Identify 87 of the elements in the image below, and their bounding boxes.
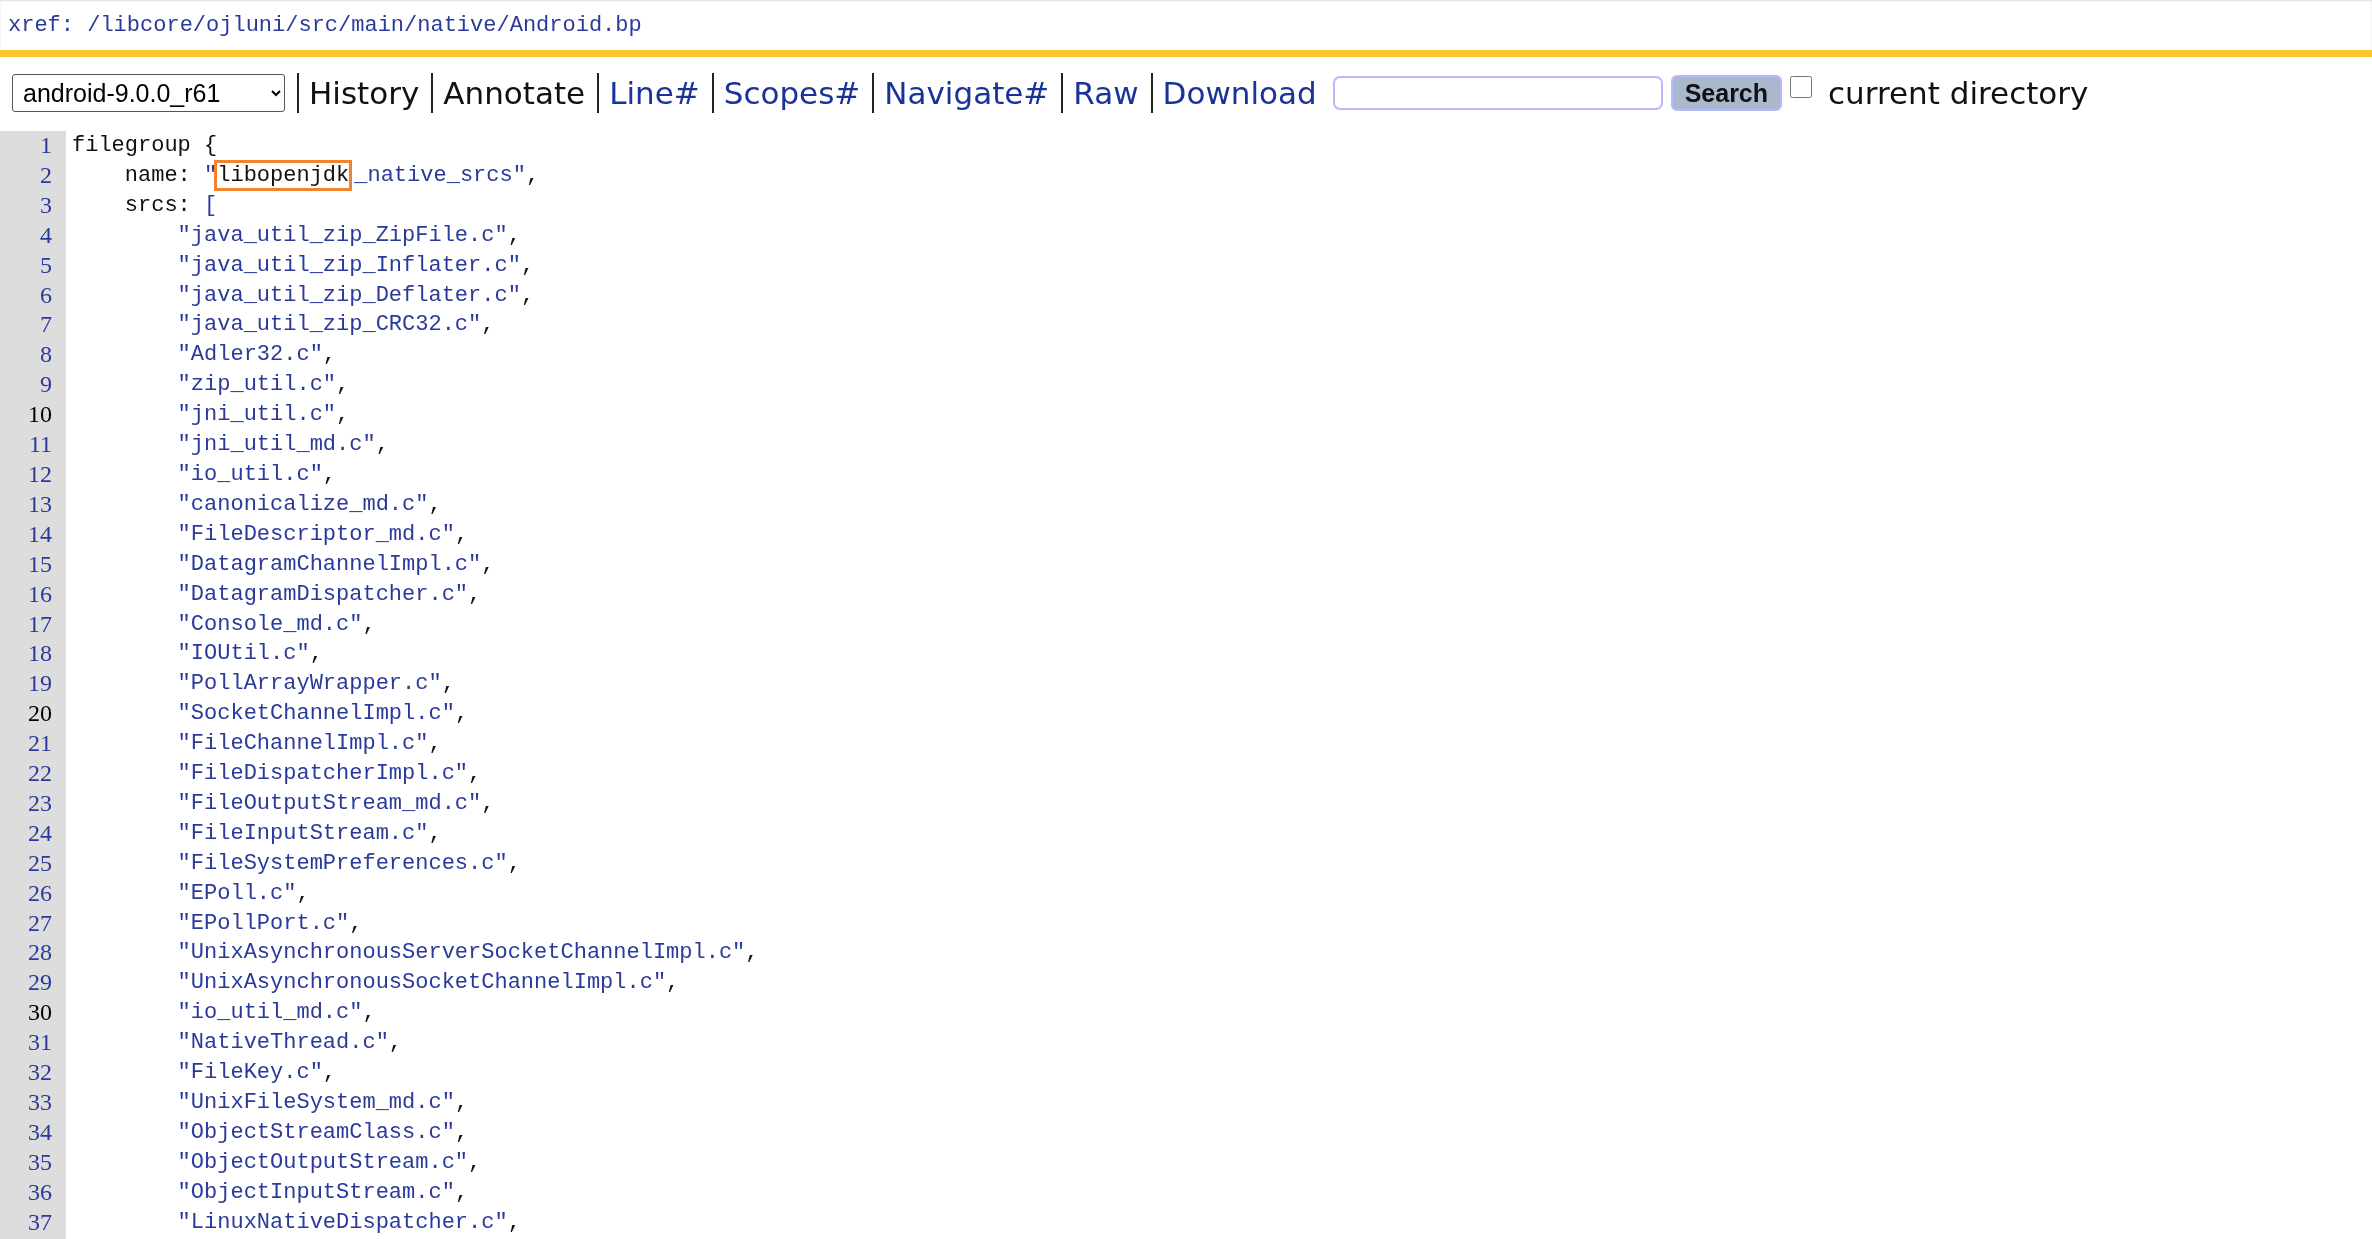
code-line: "io_util.c", [176,460,338,489]
line-number: 33 [27,1088,52,1117]
search-button[interactable]: Search [1670,75,1783,111]
code-line: "ObjectInputStream.c", [176,1178,470,1207]
line-number: 28 [27,938,52,968]
line-number: 36 [27,1177,52,1207]
line-number: 2 [39,160,52,190]
line-number: 10 [27,400,52,430]
code-line: "FileOutputStream_md.c", [176,789,496,818]
line-number: 8 [39,340,52,370]
line-number: 32 [27,1058,52,1088]
code-line: "Adler32.c", [176,341,338,370]
file-path: xref: /libcore/ojluni/src/main/native/Android.bp [8,12,642,38]
line-number: 19 [27,669,52,699]
code-line: "ObjectOutputStream.c", [176,1148,483,1177]
line-number: 26 [27,878,52,908]
code-line: "UnixAsynchronousSocketChannelImpl.c", [176,969,681,998]
line-number: 35 [27,1147,52,1177]
line-number: 30 [27,998,52,1028]
line-number: 22 [27,759,52,789]
line-number: 12 [27,459,52,489]
toolbar-item[interactable]: Annotate [431,73,598,113]
line-number: 23 [27,788,52,818]
code-line: "jni_util.c", [176,401,351,430]
checkbox-label: current directory [1828,75,2089,111]
code-line: "java_util_zip_ZipFile.c", [176,221,522,250]
line-number: 9 [39,370,52,400]
code-line: "NativeThread.c", [176,1029,404,1058]
code-line: "PollArrayWrapper.c", [176,670,456,699]
line-number: 34 [27,1117,52,1147]
line-number: 21 [27,729,52,759]
line-number: 25 [27,848,52,878]
code-line: "UnixAsynchronousServerSocketChannelImpl.c", [176,939,759,968]
toolbar-link[interactable]: Download [1150,73,1329,113]
code-line: "java_util_zip_Deflater.c", [176,281,536,310]
line-number: 13 [27,489,52,519]
code-line: "UnixFileSystem_md.c", [176,1089,470,1117]
line-number: 4 [39,220,52,250]
code-line: "ObjectStreamClass.c", [176,1118,470,1147]
code-line: "LinuxNativeDispatcher.c", [176,1208,522,1237]
toolbar-item[interactable]: History [297,73,432,113]
code-line: "jni_util_md.c", [176,431,390,460]
toolbar-link[interactable]: Scopes# [711,73,873,113]
code-line: "EPollPort.c", [176,909,364,938]
code-line: "canonicalize_md.c", [176,490,443,519]
line-number: 7 [39,310,52,340]
code-line: "io_util_md.c", [176,999,377,1028]
code-line: "FileKey.c", [176,1059,338,1088]
line-number: 5 [39,250,52,280]
line-number: 6 [39,280,52,310]
code-line: "DatagramChannelImpl.c", [176,550,496,579]
line-number: 16 [27,579,52,609]
toolbar-link[interactable]: Line# [597,73,712,113]
line-number: 1 [39,131,52,160]
code-line: "FileSystemPreferences.c", [176,849,522,878]
code-line: "zip_util.c", [176,371,351,400]
code-line: "java_util_zip_CRC32.c", [176,311,496,340]
line-number: 27 [27,908,52,938]
code-line: "EPoll.c", [176,879,311,908]
search-field[interactable] [1332,76,1663,110]
line-number: 15 [27,549,52,579]
code-line: "FileInputStream.c", [176,819,443,848]
line-number: 3 [39,190,52,220]
toolbar-link[interactable]: Navigate# [872,73,1062,113]
line-number: 37 [27,1207,52,1237]
code-line: "IOUtil.c", [176,640,324,669]
line-number: 17 [27,609,52,639]
version-dropdown[interactable]: android-9.0.0_r61 [12,74,285,112]
code-line: "SocketChannelImpl.c", [176,700,470,729]
code-line: "FileChannelImpl.c", [176,730,443,759]
line-number: 24 [27,818,52,848]
code-line: srcs: [ [123,191,219,220]
code-line: filegroup { [72,132,219,160]
toolbar-link[interactable]: Raw [1061,73,1151,113]
code-line: "DatagramDispatcher.c", [176,580,483,609]
line-number: 11 [27,430,52,460]
code-line: name: "libopenjdk _native_srcs", [72,160,759,191]
line-number: 18 [27,639,52,669]
code-line: "Console_md.c", [176,610,377,639]
line-number: 14 [27,519,52,549]
line-number: 31 [27,1028,52,1058]
checkbox[interactable] [1790,76,1813,98]
line-number: 20 [27,699,52,729]
code-line: "java_util_zip_Inflater.c", [176,251,536,280]
code-line: "FileDispatcherImpl.c", [176,760,483,789]
code-line: "FileDescriptor_md.c", [176,520,470,549]
line-number: 29 [27,968,52,998]
